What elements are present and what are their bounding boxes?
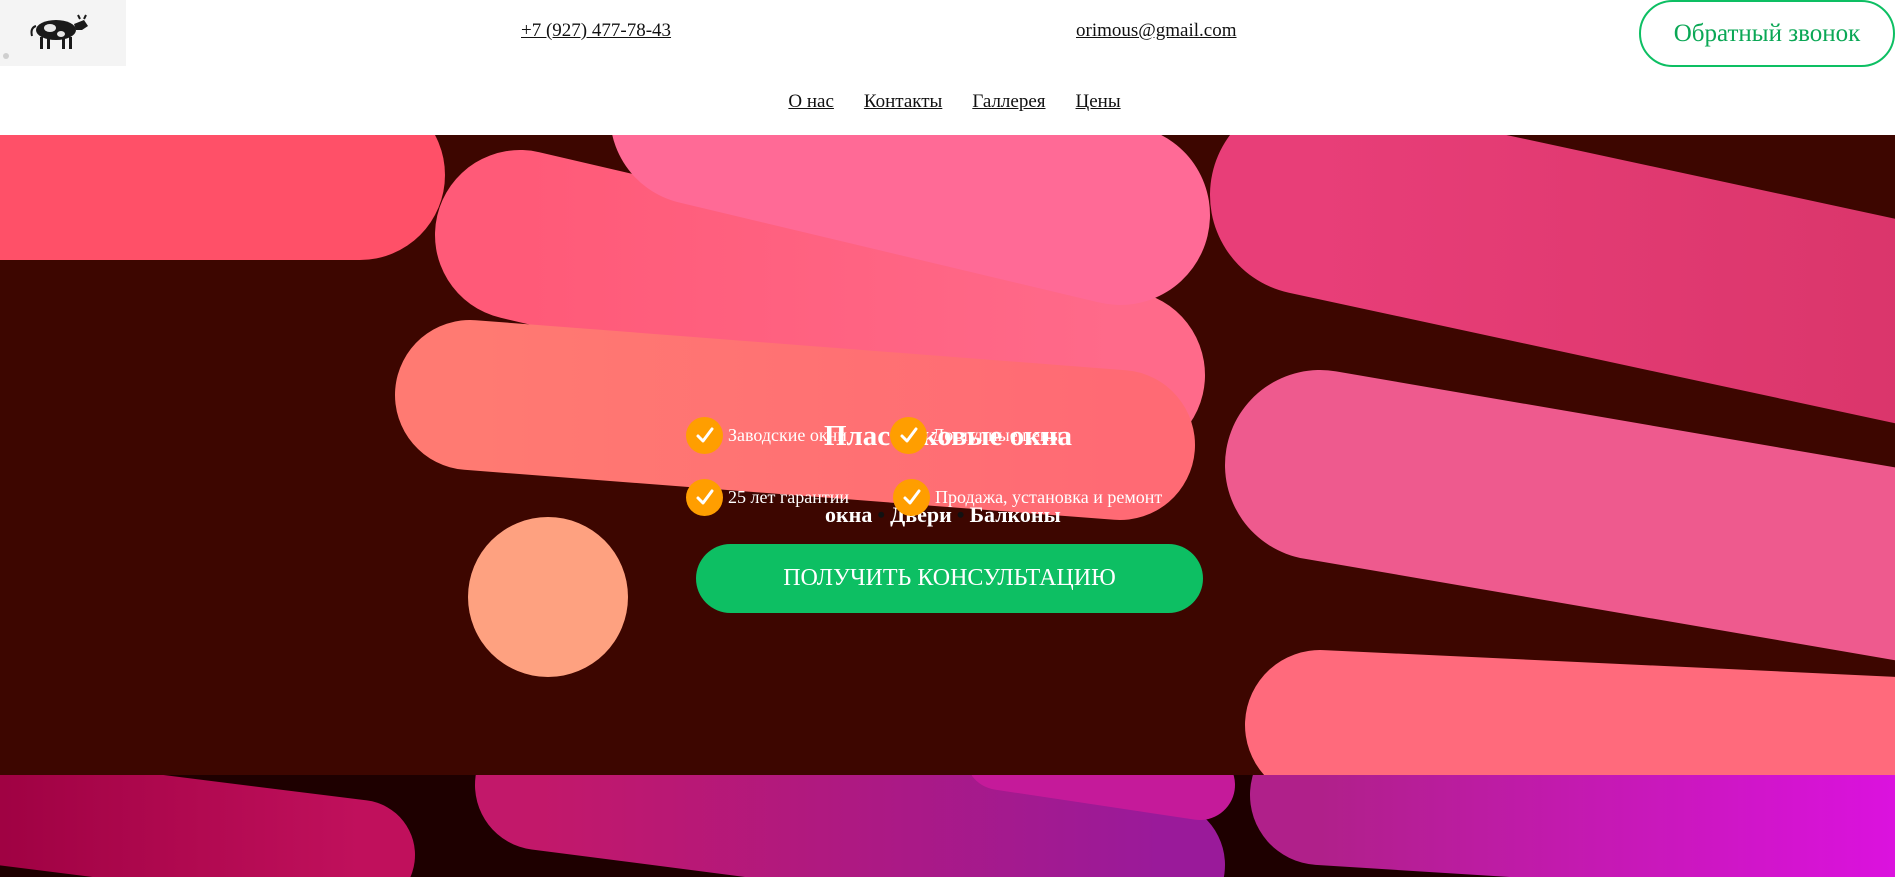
logo[interactable] [0,0,126,66]
site-header: +7 (927) 477-78-43 orimous@gmail.com Обр… [0,0,1895,135]
hero-background [0,135,1895,775]
nav-item-contacts[interactable]: Контакты [864,91,942,113]
nav-item-gallery[interactable]: Галлерея [972,91,1045,113]
phone-link[interactable]: +7 (927) 477-78-43 [521,20,671,42]
check-icon [893,479,930,516]
feature-item: 25 лет гарантии [686,479,849,516]
cow-icon [30,14,88,49]
lower-background [0,775,1895,877]
check-icon [686,479,723,516]
check-icon [686,417,723,454]
feature-item: Заводские окни [686,417,847,454]
next-section-preview [0,775,1895,877]
email-link[interactable]: orimous@gmail.com [1076,20,1237,42]
feature-item: Продажа, установка и ремонт [893,479,1162,516]
callback-button[interactable]: Обратный звонок [1639,0,1895,67]
check-icon [890,417,927,454]
feature-label: Доступные цены [932,425,1062,445]
services-separator: • [877,502,886,527]
feature-label: Заводские окни [728,425,847,445]
logo-dot [3,53,9,59]
feature-label: 25 лет гарантии [728,487,849,507]
nav-item-about[interactable]: О нас [788,91,834,113]
main-nav: О нас Контакты Галлерея Цены [0,91,1895,113]
hero-section: Пластиковые окна окна • Двери • Балконы Заво… [0,135,1895,775]
get-consultation-button[interactable]: ПОЛУЧИТЬ КОНСУЛЬТАЦИЮ [696,544,1203,613]
nav-item-prices[interactable]: Цены [1076,91,1121,113]
feature-label: Продажа, установка и ремонт [935,487,1163,507]
feature-item: Доступные цены [890,417,1062,454]
